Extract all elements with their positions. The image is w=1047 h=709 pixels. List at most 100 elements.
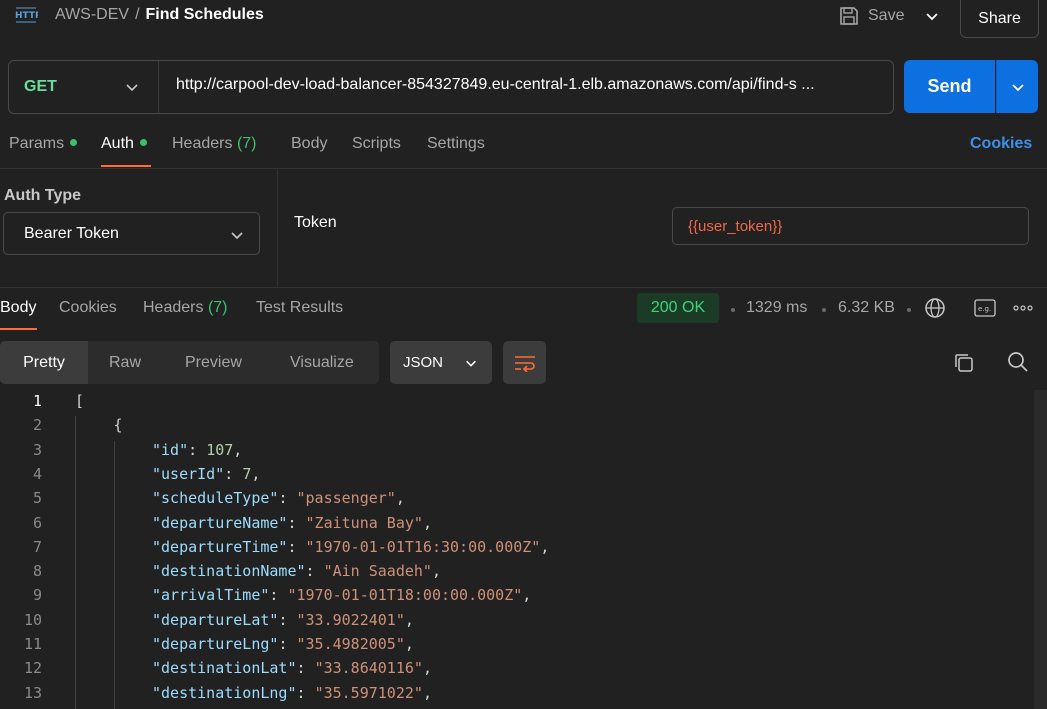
save-button[interactable]: Save <box>838 4 904 28</box>
tab-test-results[interactable]: Test Results <box>256 299 343 317</box>
code-text: "departureName": "Zaituna Bay", <box>152 514 432 532</box>
separator-dot <box>731 308 735 312</box>
request-title[interactable]: Find Schedules <box>146 6 264 23</box>
share-button[interactable]: Share <box>960 0 1039 38</box>
tab-label: Headers <box>143 299 204 316</box>
code-token: "destinationLng" <box>152 683 297 702</box>
auth-panel: Auth Type Bearer Token Token {{user_toke… <box>0 169 1047 287</box>
response-body-viewer[interactable]: 1[2{3 "id": 107, 4 "userId": 7, 5 "scheduleTy… <box>0 390 1034 709</box>
tab-settings[interactable]: Settings <box>427 135 485 153</box>
code-token: "departureName" <box>152 513 288 532</box>
auth-type-select[interactable]: Bearer Token <box>3 212 260 255</box>
code-token: 107 <box>206 440 234 459</box>
tab-label: Headers <box>172 135 233 152</box>
more-icon[interactable] <box>1013 304 1033 312</box>
send-button[interactable]: Send <box>904 60 995 113</box>
code-line: 11 "departureLng": "35.4982005", <box>0 635 1030 659</box>
globe-icon[interactable] <box>924 297 946 319</box>
code-line: 9 "arrivalTime": "1970-01-01T18:00:00.000… <box>0 586 1030 610</box>
code-text: "scheduleType": "passenger", <box>152 489 405 507</box>
code-text: "id": 107, <box>152 441 242 459</box>
code-token: "35.5971022" <box>314 683 423 702</box>
code-token: , <box>233 440 243 459</box>
line-number: 11 <box>23 635 42 653</box>
line-number: 7 <box>32 537 42 556</box>
url-input[interactable]: http://carpool-dev-load-balancer-8543278… <box>176 76 886 94</box>
tab-response-headers[interactable]: Headers (7) <box>143 299 228 317</box>
method-label: GET <box>24 78 57 95</box>
send-options-button[interactable] <box>996 60 1038 113</box>
line-number: 5 <box>32 489 42 508</box>
tab-response-body[interactable]: Body <box>0 299 36 317</box>
code-token: : <box>278 610 297 629</box>
format-value: JSON <box>403 354 444 371</box>
line-number: 1 <box>32 392 42 410</box>
view-preview[interactable]: Preview <box>185 341 242 384</box>
line-number: 3 <box>32 440 42 459</box>
scrollbar[interactable] <box>1034 390 1047 709</box>
status-dot <box>70 139 78 146</box>
code-token: "passenger" <box>296 489 396 508</box>
search-icon[interactable] <box>1006 350 1030 374</box>
tab-response-cookies[interactable]: Cookies <box>59 299 117 317</box>
view-pretty[interactable]: Pretty <box>0 341 88 384</box>
cookies-link[interactable]: Cookies <box>970 135 1032 153</box>
wrap-icon <box>514 355 535 372</box>
code-line: 1[ <box>0 392 1030 416</box>
code-token: , <box>395 489 405 508</box>
code-token: : <box>296 683 315 702</box>
format-select[interactable]: JSON <box>390 341 492 384</box>
code-line: 4 "userId": 7, <box>0 465 1030 489</box>
breadcrumb-collection[interactable]: AWS-DEV <box>55 6 129 23</box>
tab-body[interactable]: Body <box>291 135 327 153</box>
response-size[interactable]: 6.32 KB <box>838 299 895 317</box>
code-token: : <box>269 586 288 605</box>
code-token: , <box>404 610 414 629</box>
code-token: : <box>278 489 297 508</box>
status-dot <box>139 139 147 146</box>
code-token: "1970-01-01T16:30:00.000Z" <box>305 537 541 556</box>
chevron-down-icon[interactable] <box>922 6 942 26</box>
view-raw[interactable]: Raw <box>109 341 141 384</box>
copy-icon[interactable] <box>953 352 975 374</box>
tab-label: Params <box>9 135 65 152</box>
token-input[interactable]: {{user_token}} <box>672 207 1029 245</box>
code-token: "33.9022401" <box>296 610 405 629</box>
line-number: 12 <box>23 659 42 678</box>
code-token: "departureLat" <box>152 610 279 629</box>
response-time[interactable]: 1329 ms <box>746 299 807 317</box>
code-text: [ <box>75 392 84 410</box>
chevron-down-icon <box>1011 83 1024 91</box>
tab-scripts[interactable]: Scripts <box>352 135 401 153</box>
code-line: 12 "destinationLat": "33.8640116", <box>0 659 1030 683</box>
code-text: "destinationName": "Ain Saadeh", <box>152 562 441 580</box>
tab-params[interactable]: Params <box>9 135 78 153</box>
example-icon[interactable]: e.g. <box>974 299 996 317</box>
code-token: [ <box>75 392 85 410</box>
code-text: { <box>114 416 123 434</box>
code-text: "departureLng": "35.4982005", <box>152 635 414 653</box>
line-number: 6 <box>32 513 42 532</box>
separator-dot <box>907 308 911 312</box>
tab-count: (7) <box>207 299 228 316</box>
code-token: , <box>422 659 432 678</box>
save-icon <box>840 7 858 25</box>
code-token: , <box>522 586 532 605</box>
method-select[interactable]: GET <box>9 61 159 113</box>
view-visualize[interactable]: Visualize <box>290 341 354 384</box>
tab-auth[interactable]: Auth <box>101 135 147 153</box>
code-text: "departureTime": "1970-01-01T16:30:00.00… <box>152 538 549 556</box>
code-text: "destinationLat": "33.8640116", <box>152 659 432 677</box>
breadcrumb: AWS-DEV / Find Schedules <box>55 6 264 24</box>
code-token: : <box>287 513 306 532</box>
tab-label: Auth <box>101 135 134 152</box>
wrap-lines-button[interactable] <box>503 341 546 384</box>
status-badge[interactable]: 200 OK <box>637 293 719 323</box>
code-line: 5 "scheduleType": "passenger", <box>0 489 1030 513</box>
code-token: "departureTime" <box>152 537 288 556</box>
tab-headers[interactable]: Headers (7) <box>172 135 257 153</box>
line-number: 13 <box>23 683 42 702</box>
code-token: "userId" <box>152 464 225 483</box>
indent-guide <box>113 440 115 709</box>
line-number: 9 <box>32 586 42 605</box>
